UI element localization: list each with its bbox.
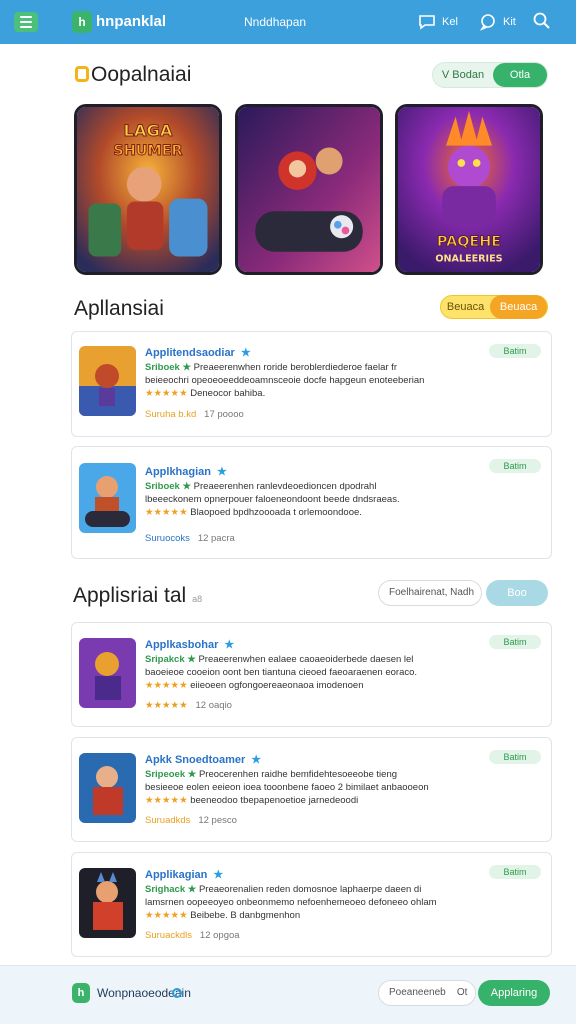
star-icon: ★ (224, 639, 235, 651)
app-rating: ★★★★★ Deneocor bahiba. (145, 388, 266, 399)
app-description: Srighack ★ Preaeorenalien reden domosnoe… (145, 884, 422, 895)
app-description: Sriboek ★ Preaeerenhen ranlevdeoedioncen… (145, 481, 377, 492)
footer-input[interactable]: Poeaneeneb Ot (378, 980, 476, 1006)
app-thumbnail (79, 638, 136, 708)
app-meta: Suruadkds 12 pesco (145, 815, 237, 826)
chat-button[interactable]: Kel (418, 12, 458, 32)
featured-card[interactable] (235, 104, 383, 275)
game-art-2 (238, 107, 380, 272)
featured-logo-icon (75, 66, 89, 82)
app-rating: ★★★★★ Beibebe. B danbgmenhon (145, 910, 301, 921)
app-thumbnail (79, 753, 136, 823)
app-title[interactable]: Applikagian ★ (145, 868, 223, 881)
app-title[interactable]: Apkk Snoedtoamer ★ (145, 753, 261, 766)
status-badge[interactable]: Batim (489, 459, 541, 473)
status-badge[interactable]: Batim (489, 635, 541, 649)
app-card[interactable]: Applkhagian ★ Sriboek ★ Preaeerenhen ranl… (71, 446, 552, 559)
help-button[interactable]: Kit (479, 12, 516, 32)
svg-text:LAGA: LAGA (123, 121, 172, 140)
brand-logo-icon[interactable]: h (72, 11, 92, 33)
chat-label: Kel (442, 16, 458, 28)
app-description: lamsrnen oopeeoyeo onbeonmemo nefoenheme… (145, 897, 437, 908)
rating-stars: ★★★★★ (145, 680, 188, 691)
brand-name[interactable]: hnpanklal (96, 13, 166, 30)
featured-card[interactable]: PAQEHE ONALEERIES (395, 104, 543, 275)
star-icon: ★ (240, 347, 251, 359)
app-card[interactable]: Applikagian ★ Srighack ★ Preaeorenalien r… (71, 852, 552, 957)
app-card[interactable]: Applkasbohar ★ Sripakck ★ Preaeerenwhen e… (71, 622, 552, 727)
toggle-option-b[interactable]: Beuaca (490, 295, 547, 319)
featured-card[interactable]: LAGA SHUMER (74, 104, 222, 275)
app-rating: ★★★★★ eiieoeen ogfongoereaeonaoa imodeno… (145, 680, 364, 691)
section-title: Apllansiai (74, 297, 164, 320)
svg-text:SHUMER: SHUMER (113, 143, 182, 159)
game-art-3: PAQEHE ONALEERIES (398, 107, 540, 272)
toggle-option-a[interactable]: Beuaca (441, 301, 490, 313)
app-card[interactable]: Apkk Snoedtoamer ★ Sripeoek ★ Preocerenhe… (71, 737, 552, 842)
filter-input[interactable]: Foelhairenat, Nadh (378, 580, 482, 606)
section-title-suffix: a8 (192, 594, 203, 604)
app-description: Sripakck ★ Preaeerenwhen ealaee caoaeoid… (145, 654, 414, 665)
toggle-option-b[interactable]: Otla (493, 63, 547, 87)
top-bar: h hnpanklal Nnddhapan Kel Kit (0, 0, 576, 44)
app-description: besieeoe eolen eeieon ioea tooonbene fao… (145, 782, 429, 793)
app-description: Sripeoek ★ Preocerenhen raidhe bemfideht… (145, 769, 398, 780)
app-thumbnail (79, 463, 136, 533)
svg-text:ONALEERIES: ONALEERIES (435, 253, 502, 264)
section-toggle[interactable]: Beuaca Beuaca (440, 295, 548, 319)
star-icon: ★ (251, 754, 262, 766)
app-card[interactable]: Applitendsaodiar ★ Sriboek ★ Preaeerenwhe… (71, 331, 552, 437)
toggle-prefix: V (441, 69, 450, 81)
footer-logo-icon: h (72, 983, 90, 1003)
app-meta: ★★★★★ 12 oaqio (145, 700, 232, 711)
app-description: lbeeeckonem opnerpouer faloeneondoont be… (145, 494, 400, 505)
app-title[interactable]: Applkasbohar ★ (145, 638, 234, 651)
app-description: Sriboek ★ Preaeerenwhen roride beroblerd… (145, 362, 397, 373)
rating-stars: ★★★★★ (145, 507, 188, 518)
top-nav-label[interactable]: Nnddhapan (244, 15, 306, 29)
help-label: Kit (503, 16, 516, 28)
app-rating: ★★★★★ beeneodoo tbepapenoetioe jarnedeoo… (145, 795, 359, 806)
app-title[interactable]: Applkhagian ★ (145, 465, 227, 478)
rating-stars: ★★★★★ (145, 795, 188, 806)
section-title: Applisriai tal a8 (73, 584, 203, 607)
star-icon: ★ (217, 466, 227, 478)
app-description: baoeieoe cooeion oont ben tiantuna cieoe… (145, 667, 418, 678)
svg-text:PAQEHE: PAQEHE (437, 234, 501, 250)
app-title[interactable]: Applitendsaodiar ★ (145, 346, 251, 359)
footer-apply-button[interactable]: Applaring (478, 980, 550, 1006)
app-description: beieeochri opeoeoeeddeoamnsceoie docfe h… (145, 375, 425, 386)
rating-stars: ★★★★★ (145, 700, 188, 711)
info-icon[interactable] (172, 988, 182, 998)
app-meta: Suruha b.kd 17 poooo (145, 409, 244, 420)
status-badge[interactable]: Batim (489, 750, 541, 764)
filter-button[interactable]: Boo (486, 580, 548, 606)
app-thumbnail (79, 346, 136, 416)
status-badge[interactable]: Batim (489, 344, 541, 358)
toggle-option-a[interactable]: V Bodan (433, 69, 493, 81)
footer-bar: h Wonpnaoeodeain Poeaneeneb Ot Applaring (0, 965, 576, 1024)
bubble-icon (479, 14, 495, 31)
featured-toggle[interactable]: V Bodan Otla (432, 62, 548, 88)
footer-input-suffix: Ot (456, 987, 468, 998)
status-badge[interactable]: Batim (489, 865, 541, 879)
app-meta: Suruocoks 12 pacra (145, 533, 235, 544)
rating-stars: ★★★★★ (145, 388, 188, 399)
search-icon[interactable] (532, 11, 552, 31)
game-art-1: LAGA SHUMER (77, 107, 219, 272)
app-thumbnail (79, 868, 136, 938)
featured-title: Oopalnaiai (75, 63, 191, 87)
star-icon: ★ (213, 869, 224, 881)
app-rating: ★★★★★ Blaopoed bpdhzoooada t orlemoondoo… (145, 507, 362, 518)
app-meta: Suruackdls 12 opgoa (145, 930, 240, 941)
rating-stars: ★★★★★ (145, 910, 188, 921)
menu-icon[interactable] (14, 12, 38, 32)
chat-icon (419, 15, 435, 30)
